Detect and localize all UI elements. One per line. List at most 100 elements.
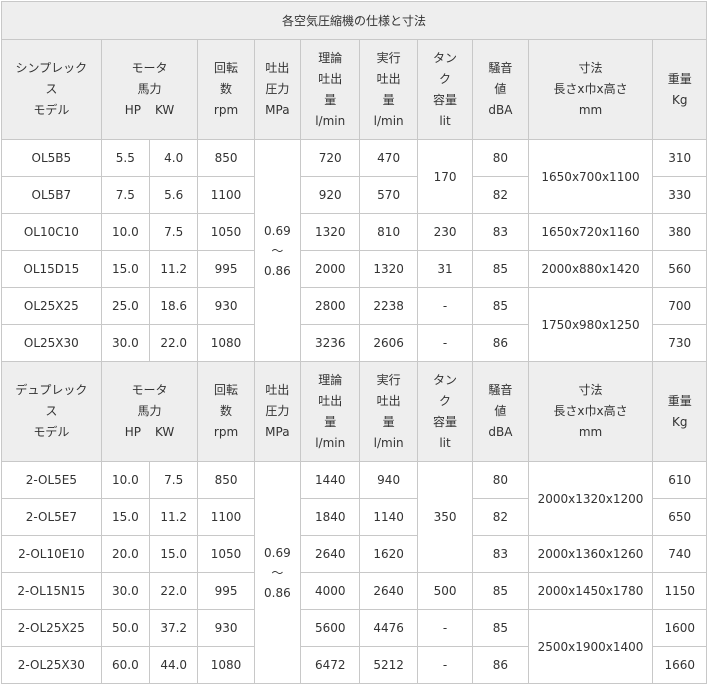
theory-cell: 2000 — [300, 250, 361, 288]
table-row: OL15D15 15.0 11.2 995 2000 1320 31 85 2000x880x1… — [1, 250, 707, 288]
dims-cell: 2500x1900x1400 — [527, 609, 654, 684]
theory-cell: 2800 — [300, 287, 361, 325]
hp-cell: 30.0 — [100, 572, 151, 610]
col-weight-header-line: Kg — [671, 92, 688, 107]
noise-cell: 85 — [472, 250, 529, 288]
col-pressure-header-line: 圧力 — [265, 404, 290, 418]
hp-label: HP — [124, 425, 141, 439]
col-speed-header-line: rpm — [213, 425, 239, 439]
col-speed-header-line: 数 — [220, 404, 233, 418]
kw-cell: 7.5 — [149, 461, 199, 499]
col-tank-header-line: lit — [439, 113, 451, 128]
theory-cell: 720 — [300, 139, 361, 177]
noise-cell: 83 — [472, 213, 529, 251]
actual-cell: 940 — [359, 461, 418, 499]
hp-label: HP — [124, 103, 141, 117]
tank-cell: - — [416, 324, 474, 362]
col-weight-header-line: 重量 — [667, 71, 692, 86]
col-model-header-line: デュプレック — [15, 383, 88, 397]
model-cell: 2-OL10E10 — [1, 535, 102, 573]
dims-cell: 1650x700x1100 — [527, 139, 654, 214]
kw-label: KW — [154, 103, 175, 117]
col-actual-header-line: l/min — [373, 113, 404, 128]
col-actual-header: 実行 吐出量 l/min — [359, 39, 418, 140]
col-dims-header: 寸法 長さx巾x高さ mm — [527, 39, 654, 140]
pressure-cell: 0.69 ～ 0.86 — [253, 461, 302, 684]
hp-cell: 50.0 — [100, 609, 151, 647]
col-dims-header-line: mm — [578, 425, 603, 439]
col-tank-header-line: 容量 — [433, 92, 458, 107]
hp-cell: 25.0 — [100, 287, 151, 325]
model-cell: OL25X25 — [1, 287, 102, 325]
tank-cell: 230 — [416, 213, 474, 251]
col-model-header-line: ス — [45, 82, 58, 96]
pressure-cell-line: 0.69 — [264, 223, 291, 238]
actual-cell: 1320 — [359, 250, 418, 288]
col-noise-header: 騒音値 dBA — [472, 39, 529, 140]
noise-cell: 80 — [472, 461, 529, 499]
weight-cell: 1600 — [652, 609, 707, 647]
col-noise-header-line: 値 — [494, 82, 507, 96]
col-tank-header-line: 容量 — [433, 414, 458, 429]
model-cell: OL15D15 — [1, 250, 102, 288]
actual-cell: 810 — [359, 213, 418, 251]
tank-cell: 31 — [416, 250, 474, 288]
noise-cell: 85 — [472, 572, 529, 610]
col-pressure-header: 吐出 圧力 MPa — [253, 39, 302, 140]
dims-cell: 2000x1360x1260 — [527, 535, 654, 573]
noise-cell: 82 — [472, 498, 529, 536]
col-theory-header-line: l/min — [315, 435, 346, 450]
col-pressure-header-line: MPa — [265, 425, 290, 439]
col-dims-header-line: 長さx巾x高さ — [553, 404, 628, 418]
theory-cell: 920 — [300, 176, 361, 214]
weight-cell: 380 — [652, 213, 707, 251]
col-theory-header-line: 量 — [324, 414, 337, 429]
col-tank-header: タンク容量 lit — [416, 361, 474, 462]
table-row: OL5B5 5.5 4.0 850 0.69 ～ 0.86 720 470 170 80 1650x7… — [1, 139, 707, 362]
table-row: OL25X25 25.0 18.6 930 2800 2238-85 1750x980x12… — [1, 287, 707, 362]
hp-cell: 10.0 — [100, 213, 151, 251]
hp-cell: 60.0 — [100, 646, 151, 684]
dims-cell: 2000x1320x1200 — [527, 461, 654, 536]
tank-cell: - — [416, 287, 474, 325]
theory-cell: 4000 — [300, 572, 361, 610]
col-theory-header-line: 量 — [324, 92, 337, 107]
theory-cell: 1840 — [300, 498, 361, 536]
col-speed-header-line: 回転 — [214, 61, 239, 75]
header-row: シンプレックスモデル モータ 馬力 HP KW 回転数 rpm 吐出 圧力 MPa 理論 吐出量 l/m… — [1, 39, 707, 140]
col-tank-header-line: タン — [433, 50, 458, 65]
col-actual-header: 実行 吐出量 l/min — [359, 361, 418, 462]
model-cell: OL10C10 — [1, 213, 102, 251]
rpm-cell: 995 — [197, 572, 255, 610]
kw-label: KW — [154, 425, 175, 439]
col-speed-header-line: 数 — [220, 82, 233, 96]
theory-cell: 1320 — [300, 213, 361, 251]
rpm-cell: 1050 — [197, 213, 255, 251]
weight-cell: 740 — [652, 535, 707, 573]
col-model-header-line: ス — [45, 404, 58, 418]
dims-cell: 2000x880x1420 — [527, 250, 654, 288]
col-model-header: シンプレックスモデル — [1, 39, 102, 140]
model-cell: 2-OL25X30 — [1, 646, 102, 684]
duplex-section: デュプレックスモデル モータ 馬力 HP KW 回転数 rpm 吐出 圧力 MPa 理論 吐出量 l/m… — [1, 361, 707, 684]
col-motor-header-line: 馬力 — [137, 82, 162, 96]
weight-cell: 310 — [652, 139, 707, 177]
rpm-cell: 1080 — [197, 324, 255, 362]
kw-cell: 11.2 — [149, 498, 199, 536]
model-cell: 2-OL15N15 — [1, 572, 102, 610]
col-speed-header: 回転数 rpm — [197, 39, 255, 140]
col-noise-header-line: dBA — [488, 103, 513, 117]
tank-cell: 170 — [416, 139, 474, 214]
theory-cell: 6472 — [300, 646, 361, 684]
rpm-cell: 1050 — [197, 535, 255, 573]
col-weight-header-line: Kg — [671, 414, 688, 429]
col-actual-header-line: 量 — [382, 414, 395, 429]
col-dims-header-line: 寸法 — [578, 383, 603, 397]
kw-cell: 7.5 — [149, 213, 199, 251]
spec-table: 各空気圧縮機の仕様と寸法 シンプレックスモデル モータ 馬力 HP KW 回転数 rpm 吐出… — [1, 1, 707, 684]
col-noise-header-line: dBA — [488, 425, 513, 439]
actual-cell: 1620 — [359, 535, 418, 573]
weight-cell: 560 — [652, 250, 707, 288]
col-theory-header: 理論 吐出量 l/min — [300, 39, 361, 140]
kw-cell: 5.6 — [149, 176, 199, 214]
